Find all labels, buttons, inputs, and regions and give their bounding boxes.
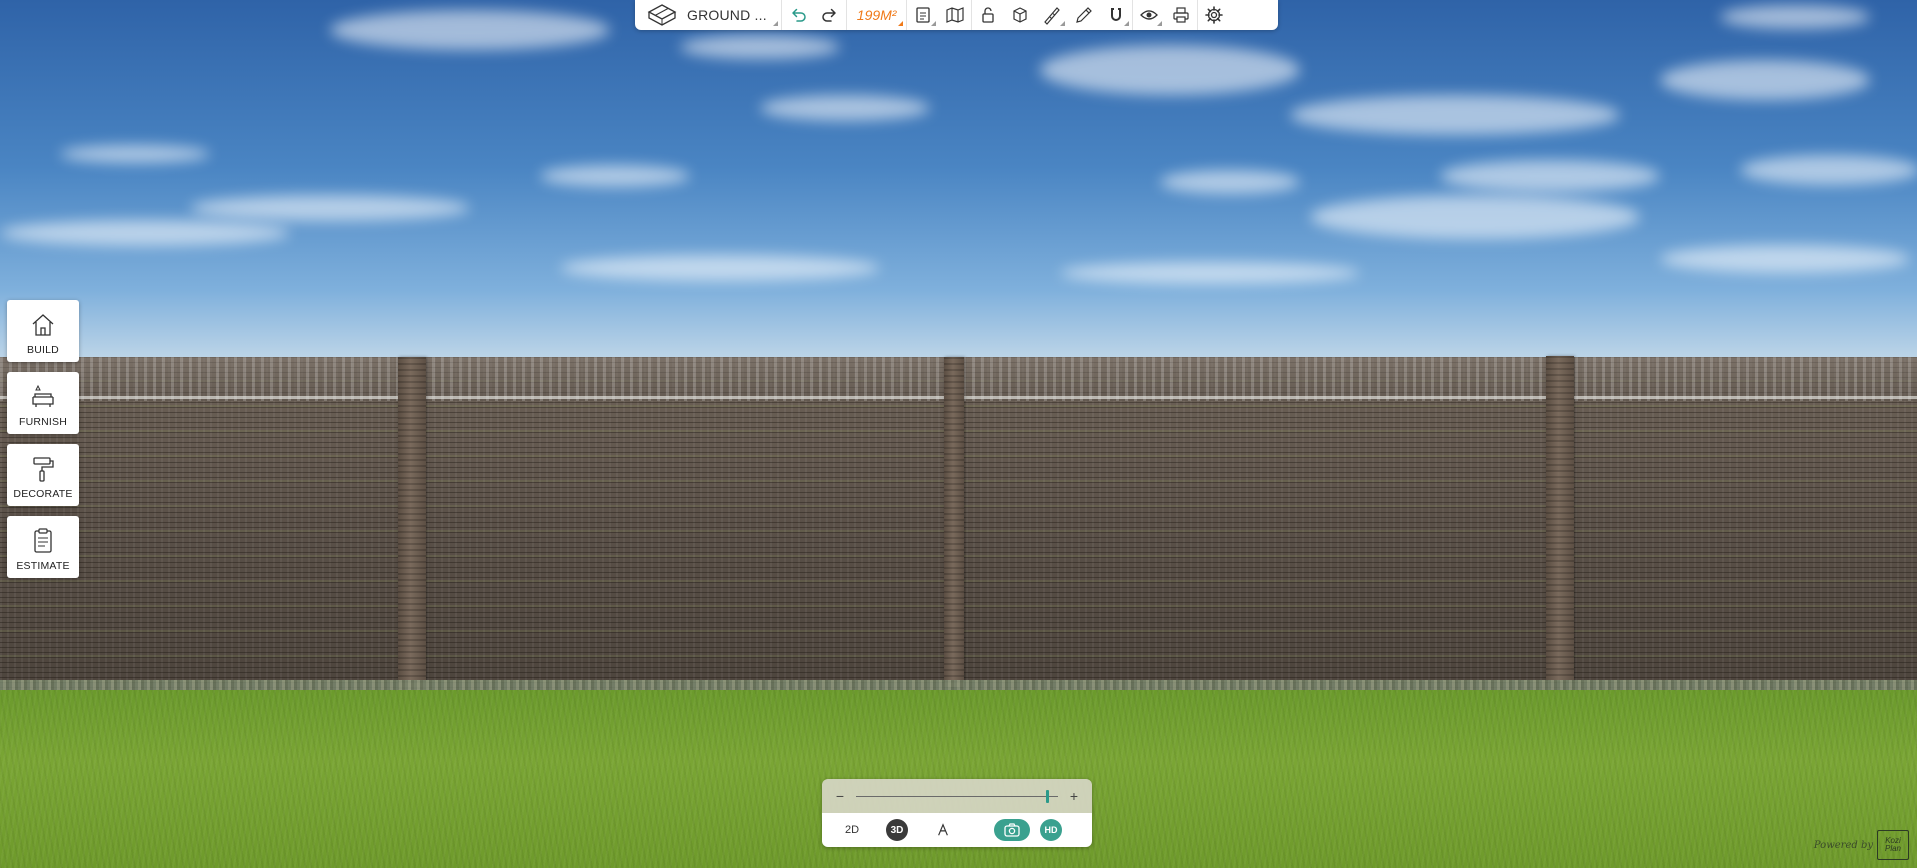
walk-mode-button[interactable] [932,819,954,841]
cube-icon [1013,7,1028,23]
sidebar-item-label: DECORATE [13,488,73,500]
magnet-icon [1111,8,1122,21]
eyedropper-button[interactable] [1068,0,1100,30]
zoom-in-button[interactable]: + [1066,788,1082,804]
eyedropper-icon [1076,7,1093,23]
top-toolbar: GROUND ... 199M² [635,0,1278,30]
sidebar-item-label: BUILD [27,344,59,356]
eye-icon [1140,10,1159,20]
paint-roller-icon [33,457,54,482]
floor-label: GROUND ... [687,7,767,23]
mode-2d-button[interactable]: 2D [836,824,868,836]
visibility-button[interactable] [1133,0,1165,30]
house-icon [32,314,54,336]
zoom-slider-handle[interactable] [1045,789,1049,803]
hd-render-button[interactable]: HD [1040,819,1062,841]
zoom-control: − + [822,779,1092,813]
sidebar-item-decorate[interactable]: DECORATE [7,444,79,506]
lock-icon [982,7,995,23]
sidebar-item-label: FURNISH [18,416,68,428]
gear-icon [1205,6,1224,24]
clipboard-icon [34,528,52,553]
map-button[interactable] [939,0,971,30]
brand-logo: Kozi Plan [1877,830,1909,860]
ruler-icon [1044,7,1061,25]
fence-post[interactable] [398,357,426,694]
sidebar-item-build[interactable]: BUILD [7,300,79,362]
settings-button[interactable] [1198,0,1230,30]
zoom-slider[interactable] [856,789,1058,803]
area-indicator[interactable]: 199M² [847,0,907,30]
print-button[interactable] [1165,0,1197,30]
sidebar-item-label: ESTIMATE [16,560,70,572]
powered-by-text: Powered by [1813,839,1873,851]
cube-button[interactable] [1004,0,1036,30]
view-control-panel: − + 2D 3D HD [822,779,1092,847]
floor-selector[interactable]: GROUND ... [635,0,781,30]
sidebar-item-estimate[interactable]: ESTIMATE [7,516,79,578]
redo-button[interactable] [814,0,846,30]
walk-arrow-icon [938,823,948,836]
ruler-button[interactable] [1036,0,1068,30]
3d-viewport[interactable] [0,0,1917,868]
zoom-out-button[interactable]: − [832,788,848,804]
fence-post[interactable] [944,357,964,687]
camera-button[interactable] [994,819,1030,841]
area-value: 199M² [856,7,897,23]
undo-icon [792,8,806,22]
sky [0,0,1917,372]
mode-3d-button[interactable]: 3D [886,819,908,841]
redo-icon [822,8,836,22]
view-mode-bar: 2D 3D HD [822,813,1092,847]
floor-icon [647,4,677,26]
print-icon [1173,7,1190,23]
document-button[interactable] [907,0,939,30]
document-icon [916,7,931,23]
powered-by-badge[interactable]: Powered by Kozi Plan [1814,830,1909,860]
magnet-button[interactable] [1100,0,1132,30]
sofa-icon [32,384,54,407]
map-icon [946,7,965,23]
lock-button[interactable] [972,0,1004,30]
undo-button[interactable] [782,0,814,30]
sidebar-item-furnish[interactable]: FURNISH [7,372,79,434]
camera-icon [1004,823,1020,837]
fence-post[interactable] [1546,356,1574,681]
